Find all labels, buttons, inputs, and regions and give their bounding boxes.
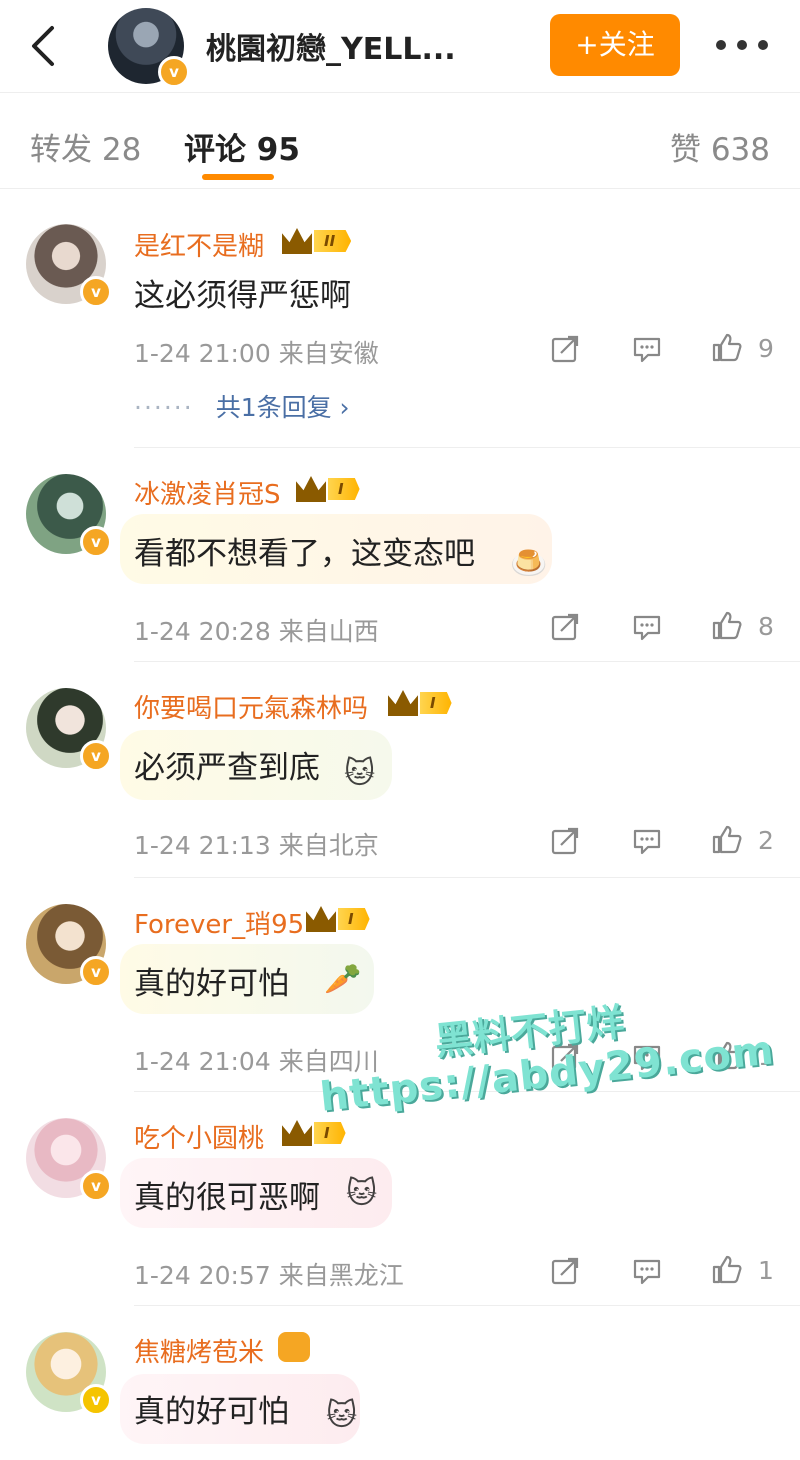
comment-text: 看都不想看了，这变态吧 (134, 536, 475, 572)
tab-like[interactable]: 赞 638 (670, 124, 770, 169)
username[interactable]: 焦糖烤苞米 (134, 1332, 264, 1369)
radish-sticker-icon: 🥕 (324, 962, 362, 997)
tab-repost[interactable]: 转发 28 (30, 124, 141, 169)
comment-item: v 焦糖烤苞米 🐱 真的好可怕 (0, 1306, 800, 1460)
cat-sticker-icon: 🐱 (326, 1398, 358, 1433)
comment-icon[interactable] (632, 612, 662, 642)
like-count: 8 (758, 612, 774, 641)
comment-text: 这必须得严惩啊 (134, 278, 351, 314)
comment-text: 真的很可恶啊 (134, 1180, 320, 1216)
share-icon[interactable] (550, 334, 580, 364)
pudding-sticker-icon: 🍮 (510, 546, 548, 581)
like-count: 1 (758, 1256, 774, 1285)
username[interactable]: 你要喝口元氣森林吗 (134, 688, 368, 725)
author-name[interactable]: 桃園初戀_YELL... (206, 24, 456, 68)
verified-badge-icon: v (80, 740, 112, 772)
comment-item: v 冰激凌肖冠S I 🍮 看都不想看了，这变态吧 1-24 20:28 来自山西… (0, 448, 800, 662)
thumbs-up-icon[interactable] (712, 610, 742, 640)
comment-meta: 1-24 20:28 来自山西 (134, 617, 379, 646)
avatar[interactable]: v (26, 1332, 112, 1416)
crown-icon: I (296, 476, 360, 502)
cat-flower-sticker-icon: 🐱 (344, 756, 376, 791)
comment-text: 真的好可怕 (134, 1394, 289, 1430)
like-count: 9 (758, 334, 774, 363)
verified-badge-icon: v (80, 276, 112, 308)
comment-text: 真的好可怕 (134, 966, 289, 1002)
username[interactable]: Forever_琑95 (134, 904, 304, 941)
crown-icon (278, 1332, 310, 1362)
comment-item: v 你要喝口元氣森林吗 I 🐱 必须严查到底 1-24 21:13 来自北京 2 (0, 662, 800, 878)
thumbs-up-icon[interactable] (712, 824, 742, 854)
cat-sticker-icon: 🐱 (346, 1176, 378, 1211)
comment-meta: 1-24 21:13 来自北京 (134, 831, 379, 860)
share-icon[interactable] (550, 1256, 580, 1286)
share-icon[interactable] (550, 826, 580, 856)
tab-comment[interactable]: 评论 95 (184, 124, 300, 169)
comment-icon[interactable] (632, 334, 662, 364)
avatar[interactable]: v (26, 224, 112, 308)
crown-icon: II (282, 228, 352, 254)
avatar[interactable]: v (26, 474, 112, 558)
username[interactable]: 冰激凌肖冠S (134, 474, 281, 511)
chevron-left-icon[interactable] (22, 22, 66, 70)
verified-badge-icon: v (80, 956, 112, 988)
thumbs-up-icon[interactable] (712, 332, 742, 362)
author-avatar[interactable]: v (108, 8, 190, 88)
avatar[interactable]: v (26, 904, 112, 988)
top-bar: v 桃園初戀_YELL... +关注 (0, 0, 800, 93)
comment-icon[interactable] (632, 1256, 662, 1286)
verified-badge-icon: v (158, 56, 190, 88)
username[interactable]: 吃个小圆桃 (134, 1118, 264, 1155)
verified-badge-icon: v (80, 1170, 112, 1202)
comment-text: 必须严查到底 (134, 750, 320, 786)
username[interactable]: 是红不是糊 (134, 226, 264, 263)
tab-bar: 转发 28 评论 95 赞 638 (0, 92, 800, 189)
verified-badge-icon: v (80, 526, 112, 558)
comment-meta: 1-24 20:57 来自黑龙江 (134, 1261, 404, 1290)
more-horizontal-icon[interactable] (716, 36, 768, 54)
crown-icon: I (388, 690, 452, 716)
thumbs-up-icon[interactable] (712, 1254, 742, 1284)
comment-icon[interactable] (632, 826, 662, 856)
active-tab-indicator (202, 174, 274, 180)
verified-badge-icon: v (80, 1384, 112, 1416)
avatar[interactable]: v (26, 1118, 112, 1202)
avatar[interactable]: v (26, 688, 112, 772)
crown-icon: I (306, 906, 370, 932)
comment-meta: 1-24 21:00 来自安徽 (134, 339, 379, 368)
comment-item: v 是红不是糊 II 这必须得严惩啊 1-24 21:00 来自安徽 9 ···… (0, 200, 800, 448)
follow-button[interactable]: +关注 (550, 14, 680, 76)
like-count: 2 (758, 826, 774, 855)
view-replies-link[interactable]: ······ 共1条回复 › (134, 388, 350, 424)
share-icon[interactable] (550, 612, 580, 642)
